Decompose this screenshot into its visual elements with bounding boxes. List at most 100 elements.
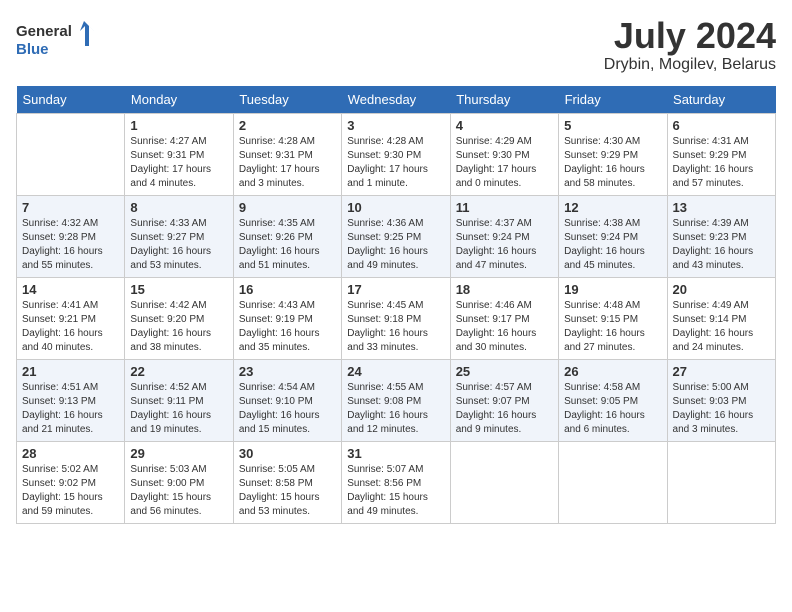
day-cell: 29 Sunrise: 5:03 AMSunset: 9:00 PMDayligh… [125, 441, 233, 523]
day-info: Sunrise: 4:49 AMSunset: 9:14 PMDaylight:… [673, 299, 770, 355]
day-number: 15 [130, 282, 227, 297]
day-cell [450, 441, 558, 523]
day-number: 27 [673, 364, 770, 379]
day-number: 24 [347, 364, 444, 379]
logo: General Blue [16, 16, 96, 61]
day-info: Sunrise: 4:46 AMSunset: 9:17 PMDaylight:… [456, 299, 553, 355]
day-number: 11 [456, 200, 553, 215]
day-number: 19 [564, 282, 661, 297]
day-info: Sunrise: 4:29 AMSunset: 9:30 PMDaylight:… [456, 135, 553, 191]
day-cell: 14 Sunrise: 4:41 AMSunset: 9:21 PMDayligh… [17, 277, 125, 359]
logo-svg: General Blue [16, 16, 96, 61]
day-number: 12 [564, 200, 661, 215]
day-cell: 19 Sunrise: 4:48 AMSunset: 9:15 PMDayligh… [559, 277, 667, 359]
col-header-wednesday: Wednesday [342, 86, 450, 114]
day-cell [667, 441, 775, 523]
col-header-monday: Monday [125, 86, 233, 114]
day-info: Sunrise: 4:32 AMSunset: 9:28 PMDaylight:… [22, 217, 119, 273]
day-cell: 22Sunrise: 4:52 AMSunset: 9:11 PMDayligh… [125, 359, 233, 441]
day-number: 31 [347, 446, 444, 461]
day-number: 21 [22, 364, 119, 379]
week-row-2: 7 Sunrise: 4:32 AMSunset: 9:28 PMDaylight… [17, 195, 776, 277]
day-info: Sunrise: 5:00 AMSunset: 9:03 PMDaylight:… [673, 381, 770, 437]
day-info: Sunrise: 4:28 AMSunset: 9:30 PMDaylight:… [347, 135, 444, 191]
svg-text:General: General [16, 23, 72, 40]
day-number: 30 [239, 446, 336, 461]
day-cell: 1Sunrise: 4:27 AMSunset: 9:31 PMDaylight… [125, 113, 233, 195]
day-number: 20 [673, 282, 770, 297]
svg-text:Blue: Blue [16, 41, 49, 58]
day-info: Sunrise: 4:51 AMSunset: 9:13 PMDaylight:… [22, 381, 119, 437]
day-info: Sunrise: 4:41 AMSunset: 9:21 PMDaylight:… [22, 299, 119, 355]
week-row-5: 28Sunrise: 5:02 AMSunset: 9:02 PMDayligh… [17, 441, 776, 523]
day-number: 17 [347, 282, 444, 297]
day-number: 7 [22, 200, 119, 215]
day-cell: 27 Sunrise: 5:00 AMSunset: 9:03 PMDayligh… [667, 359, 775, 441]
day-cell: 6 Sunrise: 4:31 AMSunset: 9:29 PMDaylight… [667, 113, 775, 195]
day-info: Sunrise: 5:07 AMSunset: 8:56 PMDaylight:… [347, 463, 444, 519]
col-header-sunday: Sunday [17, 86, 125, 114]
day-cell: 3 Sunrise: 4:28 AMSunset: 9:30 PMDaylight… [342, 113, 450, 195]
day-info: Sunrise: 5:02 AMSunset: 9:02 PMDaylight:… [22, 463, 119, 519]
day-cell: 18 Sunrise: 4:46 AMSunset: 9:17 PMDayligh… [450, 277, 558, 359]
day-cell: 31 Sunrise: 5:07 AMSunset: 8:56 PMDayligh… [342, 441, 450, 523]
week-row-3: 14 Sunrise: 4:41 AMSunset: 9:21 PMDayligh… [17, 277, 776, 359]
day-info: Sunrise: 5:05 AMSunset: 8:58 PMDaylight:… [239, 463, 336, 519]
day-number: 3 [347, 118, 444, 133]
month-year-title: July 2024 [604, 16, 776, 56]
day-number: 29 [130, 446, 227, 461]
day-cell: 5 Sunrise: 4:30 AMSunset: 9:29 PMDaylight… [559, 113, 667, 195]
day-info: Sunrise: 4:45 AMSunset: 9:18 PMDaylight:… [347, 299, 444, 355]
day-cell: 9 Sunrise: 4:35 AMSunset: 9:26 PMDaylight… [233, 195, 341, 277]
day-cell: 7 Sunrise: 4:32 AMSunset: 9:28 PMDaylight… [17, 195, 125, 277]
col-header-friday: Friday [559, 86, 667, 114]
day-info: Sunrise: 4:31 AMSunset: 9:29 PMDaylight:… [673, 135, 770, 191]
day-number: 5 [564, 118, 661, 133]
day-info: Sunrise: 4:39 AMSunset: 9:23 PMDaylight:… [673, 217, 770, 273]
day-number: 2 [239, 118, 336, 133]
col-header-saturday: Saturday [667, 86, 775, 114]
day-cell: 23 Sunrise: 4:54 AMSunset: 9:10 PMDayligh… [233, 359, 341, 441]
day-cell: 13Sunrise: 4:39 AMSunset: 9:23 PMDayligh… [667, 195, 775, 277]
day-info: Sunrise: 5:03 AMSunset: 9:00 PMDaylight:… [130, 463, 227, 519]
day-number: 25 [456, 364, 553, 379]
day-cell: 28Sunrise: 5:02 AMSunset: 9:02 PMDayligh… [17, 441, 125, 523]
day-cell: 10Sunrise: 4:36 AMSunset: 9:25 PMDayligh… [342, 195, 450, 277]
calendar-table: SundayMondayTuesdayWednesdayThursdayFrid… [16, 86, 776, 524]
day-info: Sunrise: 4:37 AMSunset: 9:24 PMDaylight:… [456, 217, 553, 273]
day-info: Sunrise: 4:36 AMSunset: 9:25 PMDaylight:… [347, 217, 444, 273]
day-cell: 4 Sunrise: 4:29 AMSunset: 9:30 PMDaylight… [450, 113, 558, 195]
col-header-tuesday: Tuesday [233, 86, 341, 114]
day-number: 9 [239, 200, 336, 215]
day-number: 23 [239, 364, 336, 379]
day-cell: 24 Sunrise: 4:55 AMSunset: 9:08 PMDayligh… [342, 359, 450, 441]
day-number: 18 [456, 282, 553, 297]
day-cell: 17 Sunrise: 4:45 AMSunset: 9:18 PMDayligh… [342, 277, 450, 359]
day-cell: 2Sunrise: 4:28 AMSunset: 9:31 PMDaylight… [233, 113, 341, 195]
day-info: Sunrise: 4:58 AMSunset: 9:05 PMDaylight:… [564, 381, 661, 437]
day-number: 4 [456, 118, 553, 133]
day-info: Sunrise: 4:30 AMSunset: 9:29 PMDaylight:… [564, 135, 661, 191]
day-cell: 30 Sunrise: 5:05 AMSunset: 8:58 PMDayligh… [233, 441, 341, 523]
day-number: 16 [239, 282, 336, 297]
day-cell: 20 Sunrise: 4:49 AMSunset: 9:14 PMDayligh… [667, 277, 775, 359]
day-number: 8 [130, 200, 227, 215]
day-number: 1 [130, 118, 227, 133]
day-info: Sunrise: 4:35 AMSunset: 9:26 PMDaylight:… [239, 217, 336, 273]
day-number: 6 [673, 118, 770, 133]
page-header: General Blue July 2024 Drybin, Mogilev, … [16, 16, 776, 74]
day-cell: 15Sunrise: 4:42 AMSunset: 9:20 PMDayligh… [125, 277, 233, 359]
day-info: Sunrise: 4:54 AMSunset: 9:10 PMDaylight:… [239, 381, 336, 437]
day-number: 14 [22, 282, 119, 297]
day-cell: 11 Sunrise: 4:37 AMSunset: 9:24 PMDayligh… [450, 195, 558, 277]
day-cell: 12Sunrise: 4:38 AMSunset: 9:24 PMDayligh… [559, 195, 667, 277]
week-row-4: 21 Sunrise: 4:51 AMSunset: 9:13 PMDayligh… [17, 359, 776, 441]
day-cell: 25Sunrise: 4:57 AMSunset: 9:07 PMDayligh… [450, 359, 558, 441]
title-block: July 2024 Drybin, Mogilev, Belarus [604, 16, 776, 74]
week-row-1: 1Sunrise: 4:27 AMSunset: 9:31 PMDaylight… [17, 113, 776, 195]
day-cell: 26Sunrise: 4:58 AMSunset: 9:05 PMDayligh… [559, 359, 667, 441]
day-info: Sunrise: 4:48 AMSunset: 9:15 PMDaylight:… [564, 299, 661, 355]
day-info: Sunrise: 4:52 AMSunset: 9:11 PMDaylight:… [130, 381, 227, 437]
header-row: SundayMondayTuesdayWednesdayThursdayFrid… [17, 86, 776, 114]
day-info: Sunrise: 4:55 AMSunset: 9:08 PMDaylight:… [347, 381, 444, 437]
